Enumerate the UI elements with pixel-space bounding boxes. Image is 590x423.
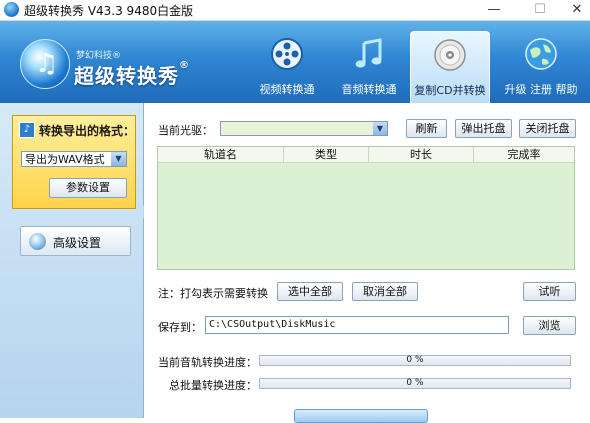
brand-name-text: 超级转换秀 xyxy=(74,64,179,88)
column-header-type[interactable]: 类型 xyxy=(284,147,369,162)
export-format-panel: ♪ 转换导出的格式： 导出为WAV格式 ▼ 参数设置 xyxy=(12,115,136,209)
film-reel-icon xyxy=(271,38,303,70)
browse-button[interactable]: 浏览 xyxy=(523,316,576,335)
nav-upgrade-help[interactable]: 升级 注册 帮助 xyxy=(497,31,585,103)
column-header-track[interactable]: 轨道名 xyxy=(158,147,284,162)
app-icon xyxy=(4,2,19,17)
chevron-down-icon[interactable]: ▼ xyxy=(111,152,126,166)
batch-progress-bar: 0 % xyxy=(259,378,571,389)
disc-settings-icon xyxy=(29,233,46,250)
nav-cd-label: 复制CD并转换 xyxy=(414,84,486,97)
nav-copy-cd[interactable]: 复制CD并转换 xyxy=(410,31,490,104)
advanced-settings-label: 高级设置 xyxy=(53,236,102,250)
select-all-button[interactable]: 选中全部 xyxy=(277,282,343,301)
music-note-icon xyxy=(355,38,382,68)
track-progress-text: 0 % xyxy=(406,355,424,365)
nav-video-label: 视频转换通 xyxy=(259,83,315,96)
save-to-label: 保存到： xyxy=(158,321,202,334)
track-progress-label: 当前音轨转换进度： xyxy=(158,356,257,369)
title-bar: 超级转换秀 V43.3 9480白金版 — ☐ ✕ xyxy=(0,0,590,21)
nav-video-converter[interactable]: 视频转换通 xyxy=(248,31,326,103)
batch-progress-label: 总批量转换进度： xyxy=(169,379,257,392)
track-table-header: 轨道名 类型 时长 完成率 xyxy=(158,147,574,163)
close-tray-button[interactable]: 关闭托盘 xyxy=(519,119,576,138)
sidebar: ♪ 转换导出的格式： 导出为WAV格式 ▼ 参数设置 高级设置 xyxy=(0,103,144,418)
track-table[interactable]: 轨道名 类型 时长 完成率 xyxy=(157,146,575,270)
brand-name: 超级转换秀® xyxy=(74,60,190,89)
logo-icon: ♫ xyxy=(20,39,70,89)
globe-icon xyxy=(525,38,557,70)
param-settings-button[interactable]: 参数设置 xyxy=(49,178,127,198)
column-header-duration[interactable]: 时长 xyxy=(369,147,474,162)
chevron-down-icon[interactable]: ▼ xyxy=(373,122,387,135)
column-header-completion[interactable]: 完成率 xyxy=(474,147,574,162)
track-progress-bar: 0 % xyxy=(259,355,571,366)
convert-hint: 注：打勾表示需要转换 xyxy=(158,287,268,300)
brand-reg: ® xyxy=(179,60,190,71)
minimize-button[interactable]: — xyxy=(472,0,516,20)
music-file-icon: ♪ xyxy=(19,122,35,138)
nav-audio-converter[interactable]: 音频转换通 xyxy=(330,31,408,103)
refresh-button[interactable]: 刷新 xyxy=(406,119,447,138)
drive-label: 当前光驱： xyxy=(158,124,213,137)
start-convert-button[interactable] xyxy=(294,409,428,423)
window-title: 超级转换秀 V43.3 9480白金版 xyxy=(24,4,194,18)
export-format-value: 导出为WAV格式 xyxy=(25,153,105,166)
drive-select[interactable]: ▼ xyxy=(220,121,388,136)
nav-help-label: 升级 注册 帮助 xyxy=(504,83,578,96)
save-path-input[interactable]: C:\CSOutput\DiskMusic xyxy=(205,316,509,334)
export-format-select[interactable]: 导出为WAV格式 ▼ xyxy=(21,151,127,167)
preview-button[interactable]: 试听 xyxy=(523,282,576,301)
export-format-title: 转换导出的格式： xyxy=(39,124,136,138)
advanced-settings-button[interactable]: 高级设置 xyxy=(20,226,131,256)
close-button[interactable]: ✕ xyxy=(555,0,590,20)
deselect-all-button[interactable]: 取消全部 xyxy=(352,282,418,301)
app-header: ♫ 梦幻科技® 超级转换秀® 视频转换通 音频转换通 复制CD并转换 升级 注册… xyxy=(0,21,590,104)
cd-disc-icon xyxy=(434,39,466,71)
batch-progress-text: 0 % xyxy=(406,378,424,388)
eject-tray-button[interactable]: 弹出托盘 xyxy=(455,119,512,138)
nav-audio-label: 音频转换通 xyxy=(341,83,397,96)
